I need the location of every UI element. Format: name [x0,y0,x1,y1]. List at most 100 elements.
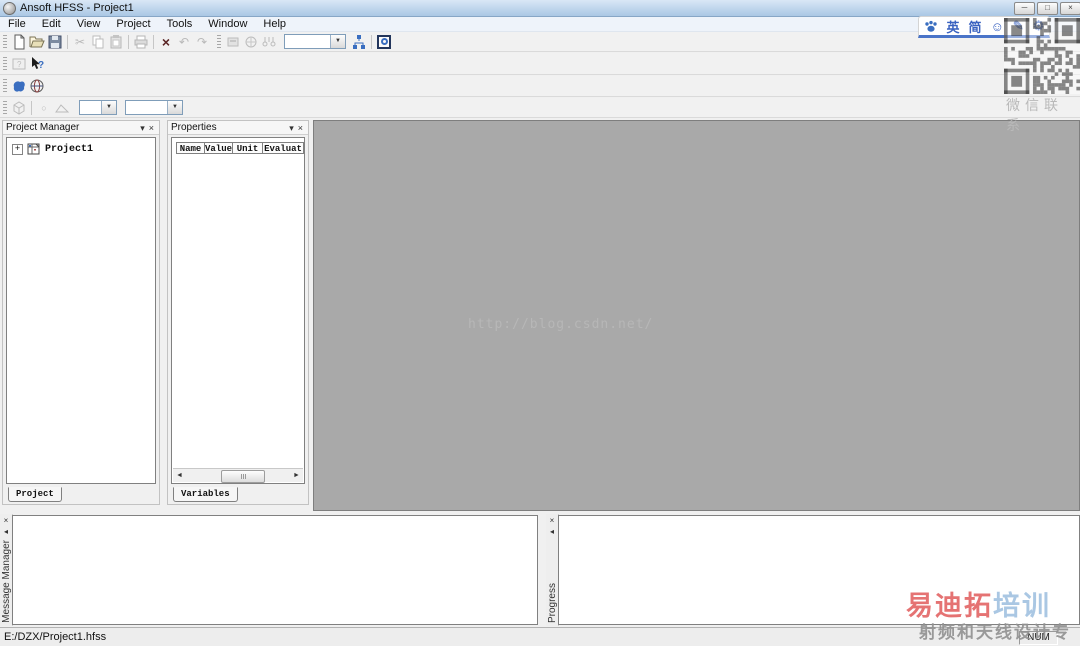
pin-icon[interactable]: ◂ [550,525,554,536]
coordinate-plane-button[interactable] [53,99,71,116]
boundary-display-button[interactable] [28,78,46,95]
wechat-contact-label: 微信联系 [1006,97,1063,133]
modeler-blob-icon [13,81,25,92]
column-header-value[interactable]: Value [205,142,233,154]
panel-menu-icon[interactable]: ▾ [138,123,147,133]
message-manager-panel: × ◂ Message Manager [0,514,538,626]
solution-combobox[interactable]: ▼ [284,34,346,49]
properties-header: Properties ▾ × [168,121,308,135]
title-bar: Ansoft HFSS - Project1 [0,0,1080,17]
svg-text:?: ? [38,60,44,71]
modeler-canvas[interactable]: http://blog.csdn.net/ [313,120,1080,511]
coordinate-system-combobox[interactable]: ▼ [125,100,183,115]
globe-icon [30,79,44,93]
help-topics-button[interactable]: ? [10,55,28,72]
delete-button[interactable]: × [157,33,175,50]
menu-project[interactable]: Project [108,17,158,31]
validate-button[interactable] [350,33,368,50]
menu-window[interactable]: Window [200,17,255,31]
new-file-button[interactable] [10,33,28,50]
window-controls: ─ □ × [1014,2,1080,15]
window-title: Ansoft HFSS - Project1 [20,2,134,14]
copy-icon [92,35,104,48]
tab-variables[interactable]: Variables [173,487,238,502]
close-icon[interactable]: × [4,514,9,525]
validate-tree-icon [353,34,365,49]
scrollbar-thumb[interactable] [221,469,266,483]
toolbar-grip[interactable] [3,34,7,49]
hfss-solver-button[interactable] [375,33,393,50]
progress-title: Progress [546,582,558,623]
close-icon[interactable]: × [296,123,305,133]
chevron-down-icon[interactable]: ▼ [330,35,345,48]
toolbar-grip[interactable] [3,100,7,115]
tree-expander[interactable]: + [12,143,23,155]
help-toolbar: ? ? [0,53,1080,75]
draw-box-button[interactable] [10,99,28,116]
chevron-down-icon[interactable]: ▼ [167,101,182,114]
tree-row[interactable]: + Project1 [7,138,155,156]
grid-plane-combobox[interactable]: ▼ [79,100,117,115]
copy-button[interactable] [89,33,107,50]
toolbar-grip[interactable] [217,34,221,49]
close-button[interactable]: × [1060,2,1080,15]
menu-tools[interactable]: Tools [159,17,201,31]
close-icon[interactable]: × [147,123,156,133]
scroll-right-icon[interactable]: ► [290,470,303,482]
panel-menu-icon[interactable]: ▾ [287,123,296,133]
print-button[interactable] [132,33,150,50]
cube-icon [13,100,25,115]
progress-panel: × ◂ Progress [546,514,1080,626]
smiley-icon[interactable]: ☺ [991,19,1004,34]
project-manager-panel: Project Manager ▾ × + Project1 Project [2,120,160,505]
chevron-down-icon[interactable]: ▼ [101,101,116,114]
toolbar-grip[interactable] [3,56,7,71]
menu-view[interactable]: View [69,17,109,31]
open-file-button[interactable] [28,33,46,50]
message-manager-content[interactable] [12,515,538,625]
menu-help[interactable]: Help [255,17,294,31]
paw-icon[interactable] [924,20,938,33]
scrollbar-track[interactable] [186,469,290,483]
undo-button[interactable]: ↶ [175,33,193,50]
column-header-evaluated[interactable]: Evaluat [263,142,304,154]
toolbar-grip[interactable] [3,79,7,93]
progress-content[interactable] [558,515,1080,625]
minimize-button[interactable]: ─ [1014,2,1035,15]
save-button[interactable] [46,33,64,50]
menu-edit[interactable]: Edit [34,17,69,31]
project-manager-title: Project Manager [6,122,80,133]
toolbar-separator [153,34,154,49]
optimetrics-button[interactable] [260,33,278,50]
tab-project[interactable]: Project [8,487,62,502]
open-folder-icon [29,36,45,47]
scroll-left-icon[interactable]: ◄ [173,470,186,482]
omega-icon [377,34,391,49]
draw-circle-button[interactable]: ○ [35,99,53,116]
solve-setup-button[interactable] [224,33,242,50]
pin-icon[interactable]: ◂ [4,525,8,536]
modeler-toolbar [0,76,1080,97]
project-tree[interactable]: + Project1 [6,137,156,484]
close-icon[interactable]: × [550,514,555,525]
menu-file[interactable]: File [0,17,34,31]
status-bar: E:/DZX/Project1.hfss [0,627,1080,646]
analyze-button[interactable] [242,33,260,50]
paste-icon [110,34,122,48]
column-header-unit[interactable]: Unit [233,142,263,154]
lang-english-button[interactable]: 英 [947,17,960,36]
paste-button[interactable] [107,33,125,50]
modeler-button[interactable] [10,78,28,95]
lang-simplified-button[interactable]: 简 [969,17,982,36]
horizontal-scrollbar[interactable]: ◄ ► [173,468,303,483]
maximize-button[interactable]: □ [1037,2,1058,15]
tree-item-project1[interactable]: Project1 [45,144,93,155]
context-help-icon: ? [32,56,44,71]
status-file-path: E:/DZX/Project1.hfss [4,631,107,643]
toolbar-separator [67,34,68,49]
toolbar-separator [128,34,129,49]
redo-button[interactable]: ↷ [193,33,211,50]
context-help-button[interactable]: ? [28,55,46,72]
column-header-name[interactable]: Name [177,142,205,154]
cut-button[interactable]: ✂ [71,33,89,50]
